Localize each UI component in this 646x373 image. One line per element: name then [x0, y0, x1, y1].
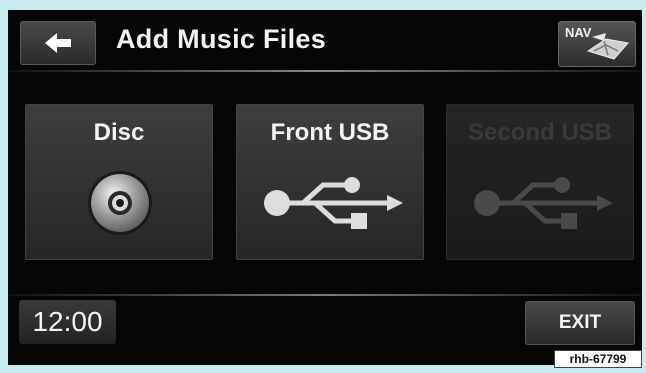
usb-icon [264, 177, 403, 229]
source-tile-front-usb[interactable]: Front USB [236, 104, 424, 260]
tile-label-disc: Disc [93, 119, 145, 146]
footer-divider [8, 294, 642, 296]
source-tile-disc[interactable]: Disc [25, 104, 213, 260]
reference-tag: rhb-67799 [554, 350, 642, 368]
back-arrow-icon [45, 33, 71, 53]
header-bar: Add Music Files NAV [8, 10, 642, 70]
source-tile-second-usb: Second USB [446, 104, 634, 260]
back-button[interactable] [20, 21, 96, 65]
clock-display[interactable]: 12:00 [19, 300, 116, 344]
tile-label-front-usb: Front USB [270, 119, 390, 146]
map-icon [586, 33, 629, 60]
radio-screen: Add Music Files NAV Disc Front USB Secon… [8, 10, 642, 365]
nav-button[interactable]: NAV [558, 21, 636, 67]
page-title: Add Music Files [116, 24, 327, 54]
usb-icon [474, 177, 613, 229]
disc-icon [88, 171, 152, 235]
header-divider [8, 70, 642, 72]
tile-label-second-usb: Second USB [467, 119, 613, 146]
exit-button[interactable]: EXIT [525, 301, 635, 345]
